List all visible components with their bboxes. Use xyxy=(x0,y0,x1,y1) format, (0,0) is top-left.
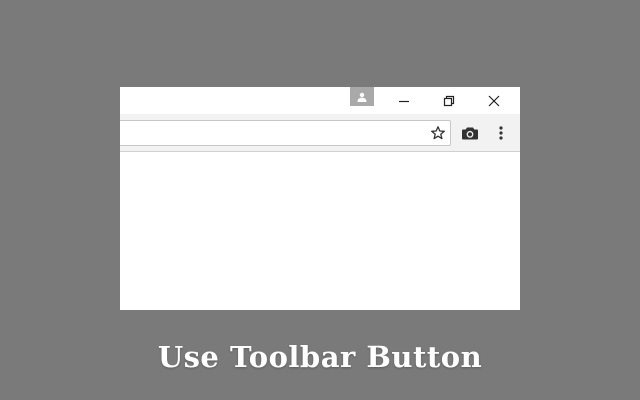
promo-stage: Use Toolbar Button xyxy=(0,0,640,400)
minimize-icon xyxy=(399,100,409,102)
kebab-menu-icon xyxy=(499,126,503,140)
browser-menu-button[interactable] xyxy=(490,120,512,146)
close-button[interactable] xyxy=(472,87,516,114)
star-icon xyxy=(431,126,445,140)
bookmark-star-button[interactable] xyxy=(427,120,449,146)
restore-icon xyxy=(443,95,455,106)
page-content-area xyxy=(120,152,520,310)
promo-caption: Use Toolbar Button xyxy=(157,340,483,374)
minimize-button[interactable] xyxy=(382,87,426,114)
address-bar[interactable] xyxy=(120,120,451,146)
browser-toolbar xyxy=(120,114,520,152)
camera-icon xyxy=(462,127,478,140)
browser-window xyxy=(120,87,520,310)
restore-button[interactable] xyxy=(427,87,471,114)
close-icon xyxy=(488,95,500,106)
screenshot-extension-button[interactable] xyxy=(457,120,483,146)
person-icon xyxy=(357,92,367,102)
title-bar xyxy=(120,87,520,114)
profile-button[interactable] xyxy=(350,87,374,106)
